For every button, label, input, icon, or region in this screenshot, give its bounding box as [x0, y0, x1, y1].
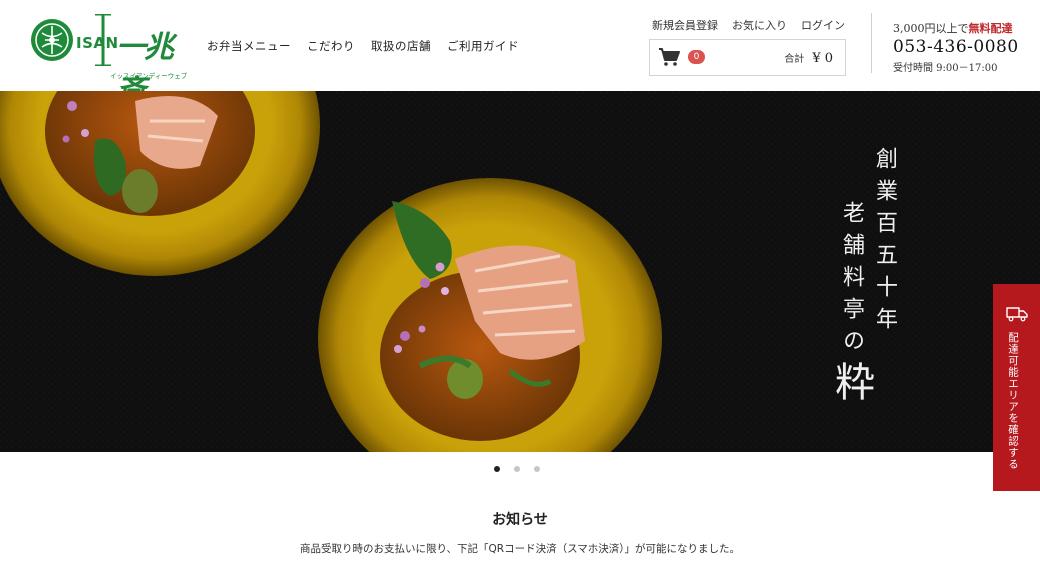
business-hours: 受付時間 9:00－17:00 [893, 63, 998, 74]
hero-copy-line-2-big: 粋 [828, 361, 874, 401]
cart-total: 合計 ¥ 0 [784, 50, 833, 66]
logo-kana: イッスイアンディーウェブ [110, 72, 188, 80]
truck-icon [1006, 307, 1028, 322]
site-header: ISAN 一兆斎 イッスイアンディーウェブ お弁当メニュー こだわり 取扱の店舗… [0, 0, 1040, 109]
emblem-icon [31, 19, 73, 61]
delivery-area-label: 配達可能エリアを確認する [1007, 332, 1019, 470]
free-delivery-note: 3,000円以上で無料配達 [893, 20, 1019, 36]
hero-copy-line-2-main: 老舗料亭の [839, 201, 864, 361]
free-delivery-prefix: 3,000円以上で [893, 22, 969, 35]
member-links: 新規会員登録 お気に入り ログイン [652, 17, 845, 33]
cart-icon [659, 48, 680, 66]
hero-copy-line-2: 老舗料亭の粋 [822, 201, 880, 401]
contact-info: 3,000円以上で無料配達 053-436-0080 受付時間 9:00－17:… [893, 20, 1019, 74]
global-nav: お弁当メニュー こだわり 取扱の店舗 ご利用ガイド [207, 38, 519, 54]
login-link[interactable]: ログイン [801, 17, 845, 33]
slider-dots [494, 466, 540, 472]
hero-slider[interactable]: 創業百五十年 老舗料亭の粋 [0, 91, 1040, 452]
phone-number[interactable]: 053-436-0080 [893, 37, 1019, 57]
favorites-link[interactable]: お気に入り [732, 17, 787, 33]
free-delivery-highlight: 無料配達 [968, 22, 1013, 35]
cart-count-badge: 0 [688, 50, 705, 64]
slider-dot-2[interactable] [514, 466, 520, 472]
nav-item-guide[interactable]: ご利用ガイド [447, 38, 519, 54]
header-divider [871, 13, 872, 73]
delivery-area-tab[interactable]: 配達可能エリアを確認する [993, 284, 1040, 491]
nav-item-kodawari[interactable]: こだわり [307, 38, 355, 54]
news-item[interactable]: 商品受取り時のお支払いに限り、下記「QRコード決済（スマホ決済）」が可能になりま… [0, 541, 1040, 556]
slider-dot-3[interactable] [534, 466, 540, 472]
nav-item-bento-menu[interactable]: お弁当メニュー [207, 38, 291, 54]
news-heading: お知らせ [492, 512, 548, 528]
cart-button[interactable]: 0 合計 ¥ 0 [649, 39, 846, 76]
nav-item-stores[interactable]: 取扱の店舗 [371, 38, 431, 54]
register-link[interactable]: 新規会員登録 [652, 17, 718, 33]
site-logo[interactable]: ISAN 一兆斎 イッスイアンディーウェブ [30, 14, 190, 109]
cart-total-label: 合計 [784, 54, 805, 65]
slider-dot-1[interactable] [494, 466, 500, 472]
cart-total-value: ¥ 0 [812, 51, 833, 66]
